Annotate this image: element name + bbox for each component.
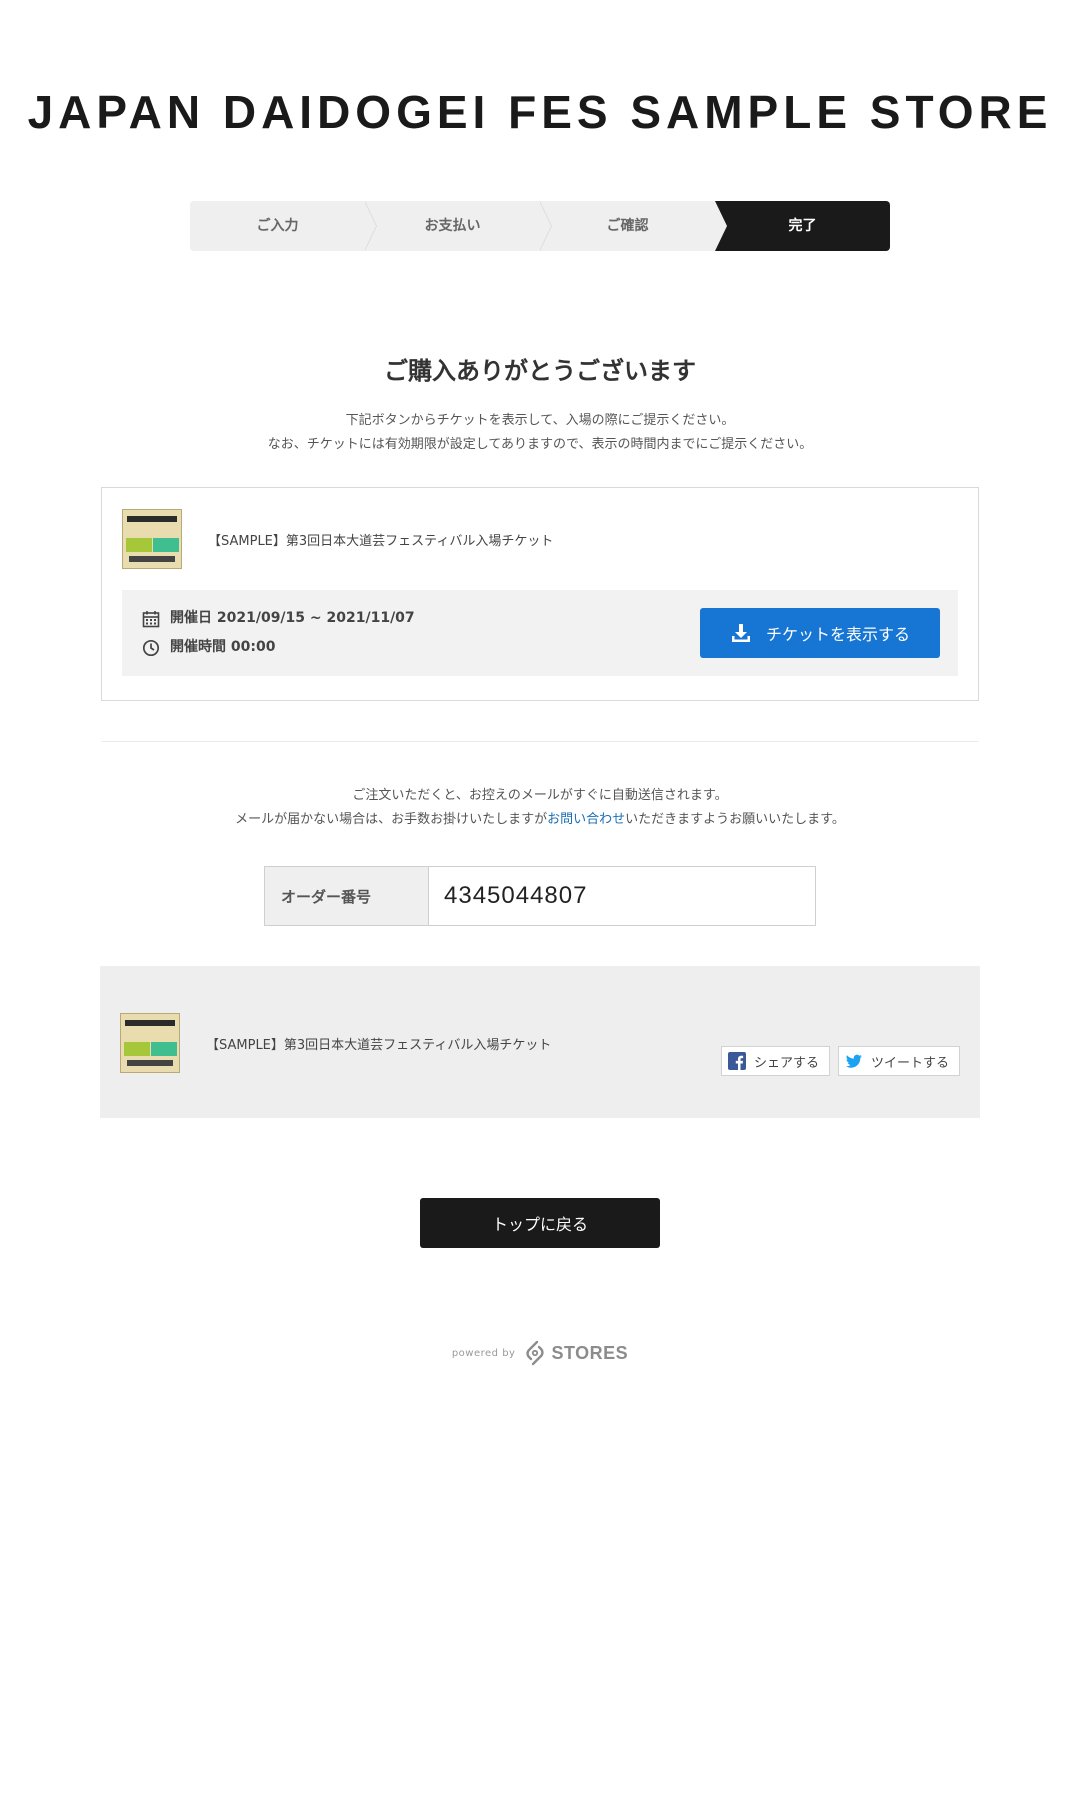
step-label: ご確認 [606, 218, 649, 234]
store-title[interactable]: JAPAN DAIDOGEI FES SAMPLE STORE [0, 0, 1080, 140]
checkout-steps: ご入力 お支払い ご確認 完了 [190, 201, 890, 251]
step-separator [715, 201, 727, 251]
step-separator [364, 201, 377, 251]
ticket-note-line: 下記ボタンからチケットを表示して、入場の際にご提示ください。 [345, 413, 735, 428]
step-label: ご入力 [256, 218, 299, 234]
powered-by[interactable]: powered by STORES [0, 1340, 1080, 1366]
stores-brand: STORES [551, 1342, 629, 1363]
share-buttons: シェアする ツイートする [720, 1046, 960, 1076]
show-ticket-button[interactable]: チケットを表示する [700, 608, 940, 658]
share-product-row: 【SAMPLE】第3回日本大道芸フェスティバル入場チケット [120, 1012, 551, 1074]
powered-by-text: powered by [451, 1347, 516, 1359]
step-complete: 完了 [715, 201, 890, 251]
contact-link[interactable]: お問い合わせ [547, 812, 625, 827]
back-to-top-button[interactable]: トップに戻る [420, 1198, 660, 1248]
twitter-icon [845, 1054, 862, 1068]
section-divider [101, 741, 979, 742]
show-ticket-label: チケットを表示する [765, 625, 910, 644]
event-date-label: 開催日 2021/09/15 ~ 2021/11/07 [170, 610, 415, 626]
facebook-icon [727, 1052, 746, 1070]
ticket-card: 【SAMPLE】第3回日本大道芸フェスティバル入場チケット 開催日 2021/0… [101, 487, 979, 701]
event-time-label: 開催時間 00:00 [170, 639, 276, 655]
step-payment: お支払い [365, 201, 552, 251]
stores-logo-icon [526, 1340, 545, 1366]
ticket-note: 下記ボタンからチケットを表示して、入場の際にご提示ください。 なお、チケットには… [0, 409, 1080, 457]
calendar-icon [142, 610, 160, 627]
step-label: 完了 [788, 218, 817, 234]
share-box: 【SAMPLE】第3回日本大道芸フェスティバル入場チケット シェアする ツイート… [100, 966, 980, 1118]
step-label: お支払い [424, 218, 481, 234]
order-note-line: メールが届かない場合は、お手数お掛けいたしますがお問い合わせいただきますようお願… [0, 808, 1080, 832]
event-time: 開催時間 00:00 [142, 633, 415, 662]
step-confirm: ご確認 [540, 201, 715, 251]
product-name: 【SAMPLE】第3回日本大道芸フェスティバル入場チケット [206, 1037, 552, 1053]
product-row: 【SAMPLE】第3回日本大道芸フェスティバル入場チケット [122, 508, 958, 570]
back-to-top-label: トップに戻る [491, 1215, 588, 1234]
twitter-share-button[interactable]: ツイートする [837, 1046, 960, 1076]
order-note-text: いただきますようお願いいたします。 [625, 812, 845, 827]
download-icon [731, 624, 750, 642]
event-date: 開催日 2021/09/15 ~ 2021/11/07 [142, 604, 415, 633]
clock-icon [142, 639, 160, 656]
product-thumbnail[interactable] [122, 509, 182, 569]
step-input: ご入力 [190, 201, 377, 251]
order-number-table: オーダー番号 4345044807 [264, 866, 816, 926]
facebook-share-button[interactable]: シェアする [720, 1046, 830, 1076]
twitter-share-label: ツイートする [870, 1055, 949, 1071]
page: JAPAN DAIDOGEI FES SAMPLE STORE ご入力 お支払い… [0, 0, 1080, 1366]
product-thumbnail[interactable] [120, 1013, 180, 1073]
ticket-note-line: なお、チケットには有効期限が設定してありますので、表示の時間内までにご提示くださ… [267, 437, 813, 452]
order-note-text: メールが届かない場合は、お手数お掛けいたしますが [235, 812, 548, 827]
order-number-label: オーダー番号 [265, 867, 429, 925]
order-note-line: ご注文いただくと、お控えのメールがすぐに自動送信されます。 [352, 788, 728, 803]
order-number-value: 4345044807 [444, 882, 588, 909]
product-name: 【SAMPLE】第3回日本大道芸フェスティバル入場チケット [208, 533, 554, 549]
order-note: ご注文いただくと、お控えのメールがすぐに自動送信されます。 メールが届かない場合… [0, 784, 1080, 832]
event-details: 開催日 2021/09/15 ~ 2021/11/07 開催時間 00:00 [142, 604, 415, 662]
step-separator [539, 201, 552, 251]
facebook-share-label: シェアする [753, 1055, 819, 1071]
thanks-heading: ご購入ありがとうございます [384, 357, 696, 385]
event-info: 開催日 2021/09/15 ~ 2021/11/07 開催時間 00:00 チ… [122, 590, 958, 676]
